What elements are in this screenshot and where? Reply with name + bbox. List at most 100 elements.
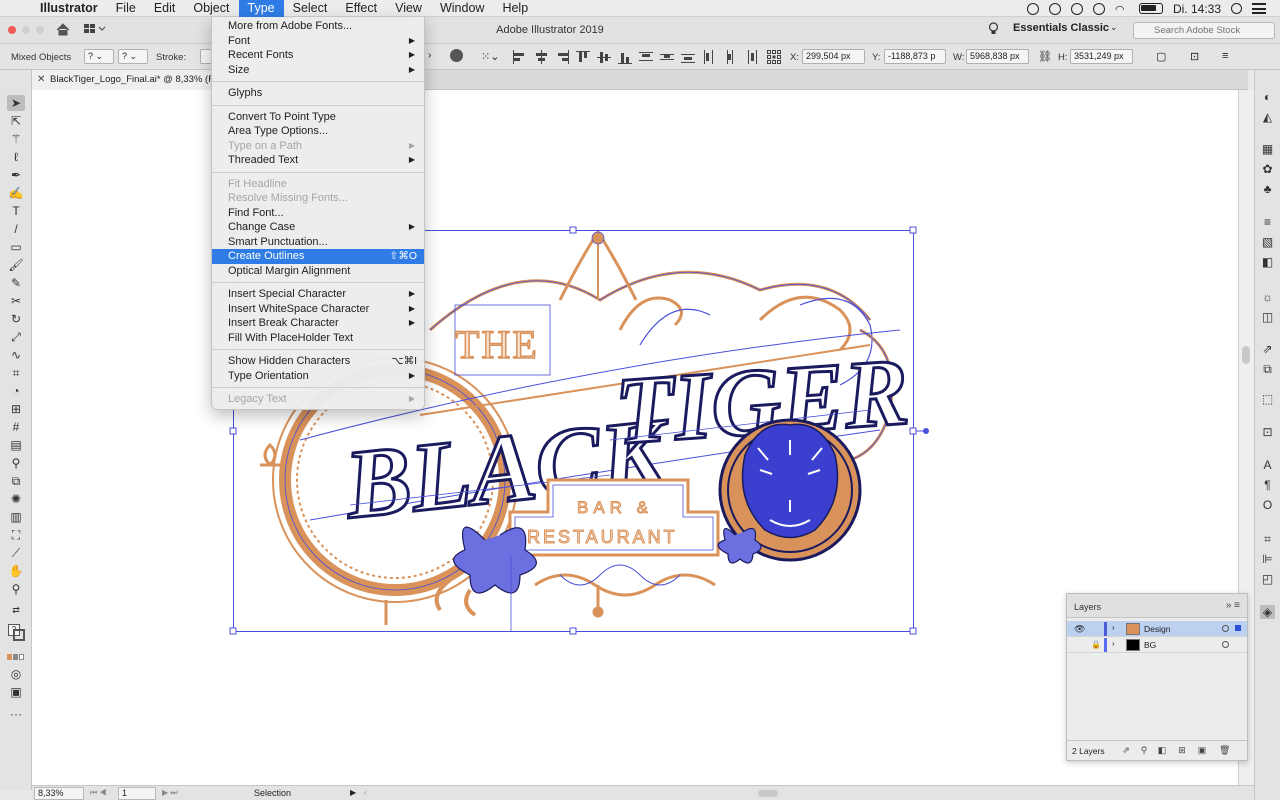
artboard-number-field[interactable]: 1	[118, 787, 156, 800]
dropbox-icon[interactable]	[1092, 2, 1105, 15]
appearance-panel-icon[interactable]: ☼	[1260, 290, 1275, 304]
menu-item-more-from-adobe-fonts[interactable]: More from Adobe Fonts...	[212, 19, 424, 34]
type-tool-icon[interactable]: T	[7, 203, 25, 219]
align-left-icon[interactable]	[512, 50, 526, 64]
sync-icon[interactable]	[1048, 2, 1061, 15]
layer-selection-indicator[interactable]	[1235, 625, 1241, 631]
menu-item-insert-break-character[interactable]: Insert Break Character ▶	[212, 316, 424, 331]
menu-item-optical-margin-alignment[interactable]: Optical Margin Alignment	[212, 264, 424, 279]
lasso-tool-icon[interactable]: ℓ	[7, 149, 25, 165]
distribute-right-icon[interactable]	[744, 50, 758, 64]
paragraph-panel-icon[interactable]: ¶	[1260, 478, 1275, 492]
height-input[interactable]: 3531,249 px	[1070, 49, 1133, 64]
wifi-icon[interactable]: ◠	[1115, 3, 1129, 16]
align-vertical-center-icon[interactable]	[597, 50, 611, 64]
character-panel-icon[interactable]: A	[1260, 458, 1275, 472]
artboard-tool-icon[interactable]: ⛶	[7, 527, 25, 543]
layers-panel-title[interactable]: Layers	[1074, 602, 1101, 612]
menu-type[interactable]: Type	[238, 0, 284, 17]
constrain-proportions-icon[interactable]: ⛓	[1038, 50, 1052, 63]
new-layer-icon[interactable]: ▣	[1197, 745, 1207, 755]
menu-item-insert-special-character[interactable]: Insert Special Character ▶	[212, 287, 424, 302]
opentype-panel-icon[interactable]: O	[1260, 498, 1275, 512]
align-bottom-icon[interactable]	[618, 50, 632, 64]
gradient-panel-icon[interactable]: ▧	[1260, 235, 1275, 249]
distribute-top-icon[interactable]	[639, 50, 653, 64]
transform-icon[interactable]: ⊡	[1190, 50, 1199, 63]
shape-builder-tool-icon[interactable]: ◔	[7, 383, 25, 399]
rectangle-tool-icon[interactable]: ▭	[7, 239, 25, 255]
curvature-tool-icon[interactable]: ✍	[7, 185, 25, 201]
stroke-swatch-dropdown[interactable]: ? ⌄	[118, 49, 148, 64]
edit-toolbar-icon[interactable]: ···	[7, 706, 25, 722]
scale-tool-icon[interactable]: ⤢	[7, 329, 25, 345]
menu-item-size[interactable]: Size ▶	[212, 63, 424, 78]
menu-item-change-case[interactable]: Change Case ▶	[212, 220, 424, 235]
fill-stroke-swatches[interactable]: ?	[7, 622, 25, 641]
distribute-vertical-center-icon[interactable]	[660, 50, 674, 64]
menu-item-smart-punctuation[interactable]: Smart Punctuation...	[212, 235, 424, 250]
menu-item-type-orientation[interactable]: Type Orientation ▶	[212, 369, 424, 384]
align-panel-icon[interactable]: ⊫	[1260, 552, 1275, 566]
menu-edit[interactable]: Edit	[145, 0, 185, 17]
panel-options-icon[interactable]: ≡	[1222, 50, 1228, 62]
workspace-switcher[interactable]: Essentials Classic	[1013, 22, 1109, 34]
menu-item-area-type-options[interactable]: Area Type Options...	[212, 124, 424, 139]
notification-center-icon[interactable]	[1252, 3, 1266, 14]
transform-panel-icon[interactable]: ⌗	[1260, 532, 1275, 546]
layer-target-icon[interactable]	[1222, 625, 1229, 632]
transform-reference-point-icon[interactable]	[767, 50, 781, 64]
lock-icon[interactable]: 🔒	[1091, 640, 1101, 649]
graphic-styles-panel-icon[interactable]: ◫	[1260, 310, 1275, 324]
export-icon[interactable]: ⇗	[1260, 342, 1275, 356]
distribute-horizontal-center-icon[interactable]	[723, 50, 737, 64]
menu-item-create-outlines[interactable]: Create Outlines ⇧⌘O	[212, 249, 424, 264]
battery-icon[interactable]	[1138, 3, 1163, 14]
chevron-right-icon[interactable]: ›	[428, 50, 431, 61]
free-transform-tool-icon[interactable]: ⌗	[7, 365, 25, 381]
menu-item-fill-with-placeholder-text[interactable]: Fill With PlaceHolder Text	[212, 331, 424, 346]
zoom-level-field[interactable]: 8,33%	[34, 787, 84, 800]
hand-tool-icon[interactable]: ✋	[7, 563, 25, 579]
align-right-icon[interactable]	[555, 50, 569, 64]
screen-mode-icon[interactable]: ▣	[7, 684, 25, 700]
document-tab[interactable]: ✕ BlackTiger_Logo_Final.ai* @ 8,33% (RGB…	[32, 70, 217, 90]
gradient-tool-icon[interactable]: ▤	[7, 437, 25, 453]
color-guide-panel-icon[interactable]: ◭	[1260, 110, 1275, 124]
new-sublayer-icon[interactable]: ⊞	[1177, 745, 1187, 755]
layer-name[interactable]: Design	[1144, 624, 1170, 634]
menu-object[interactable]: Object	[184, 0, 238, 17]
visibility-eye-icon[interactable]: 👁	[1074, 624, 1085, 635]
line-tool-icon[interactable]: /	[7, 221, 25, 237]
menu-select[interactable]: Select	[284, 0, 337, 17]
artboards-panel-icon[interactable]: ⧉	[1260, 362, 1275, 376]
color-panel-icon[interactable]: ◐	[1260, 90, 1275, 104]
isolate-selection-icon[interactable]: ▢	[1156, 50, 1166, 63]
layer-row-design[interactable]: 👁 › Design	[1067, 621, 1247, 637]
distribute-bottom-icon[interactable]	[681, 50, 695, 64]
asset-export-panel-icon[interactable]: ⬚	[1260, 392, 1275, 406]
adobe-stock-search-input[interactable]	[1133, 22, 1275, 39]
clock[interactable]: Di. 14:33	[1173, 2, 1221, 16]
direct-selection-tool-icon[interactable]: ⇱	[7, 113, 25, 129]
warp-tool-icon[interactable]: ∿	[7, 347, 25, 363]
menu-item-font[interactable]: Font ▶	[212, 34, 424, 49]
chevron-right-icon[interactable]: ›	[1112, 623, 1115, 632]
make-clipping-mask-icon[interactable]: ◧	[1157, 745, 1167, 755]
horizontal-scrollbar-thumb[interactable]	[758, 790, 778, 797]
brushes-panel-icon[interactable]: ✿	[1260, 162, 1275, 176]
menu-item-glyphs[interactable]: Glyphs	[212, 86, 424, 101]
chevron-down-icon[interactable]: ⌄	[1110, 22, 1118, 33]
spotlight-icon[interactable]	[1231, 3, 1242, 14]
symbols-panel-icon[interactable]: ♣	[1260, 182, 1275, 196]
rotate-tool-icon[interactable]: ↻	[7, 311, 25, 327]
scroll-left-icon[interactable]: ‹	[364, 786, 367, 800]
selection-tool-icon[interactable]: ➤	[7, 95, 25, 111]
scrollbar-thumb[interactable]	[1242, 346, 1250, 364]
vpn-icon[interactable]	[1070, 2, 1083, 15]
align-top-icon[interactable]	[576, 50, 590, 64]
delete-layer-icon[interactable]: 🗑	[1219, 745, 1230, 755]
align-horizontal-center-icon[interactable]	[534, 50, 548, 64]
menu-view[interactable]: View	[386, 0, 431, 17]
perspective-grid-tool-icon[interactable]: ⊞	[7, 401, 25, 417]
